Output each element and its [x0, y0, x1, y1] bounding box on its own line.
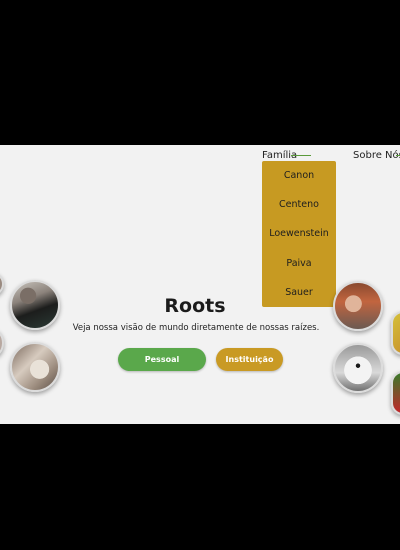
- nav-about-underline: [396, 155, 400, 156]
- avatar-left-partial-mid: [0, 329, 4, 357]
- page-subtitle: Veja nossa visão de mundo diretamente de…: [72, 323, 320, 333]
- avatar-right-partial-bottom: [391, 371, 400, 415]
- dropdown-item-centeno[interactable]: Centeno: [279, 199, 319, 210]
- page: Família Sobre Nós Canon Centeno Loewenst…: [0, 145, 400, 424]
- avatar-right-partial-top: [391, 311, 400, 355]
- avatar-pets-blanket: [10, 342, 60, 392]
- institution-button[interactable]: Instituição: [216, 348, 283, 371]
- avatar-dog: [333, 343, 383, 393]
- personal-button[interactable]: Pessoal: [118, 348, 206, 371]
- page-title: Roots: [164, 295, 226, 317]
- nav-family-underline: [291, 155, 311, 156]
- nav-about-link[interactable]: Sobre Nós: [353, 150, 400, 161]
- dropdown-item-canon[interactable]: Canon: [284, 170, 314, 181]
- dropdown-item-paiva[interactable]: Paiva: [286, 258, 311, 269]
- avatar-left-partial-top: [0, 272, 4, 296]
- family-dropdown: Canon Centeno Loewenstein Paiva Sauer: [262, 161, 336, 307]
- dropdown-item-loewenstein[interactable]: Loewenstein: [269, 228, 329, 239]
